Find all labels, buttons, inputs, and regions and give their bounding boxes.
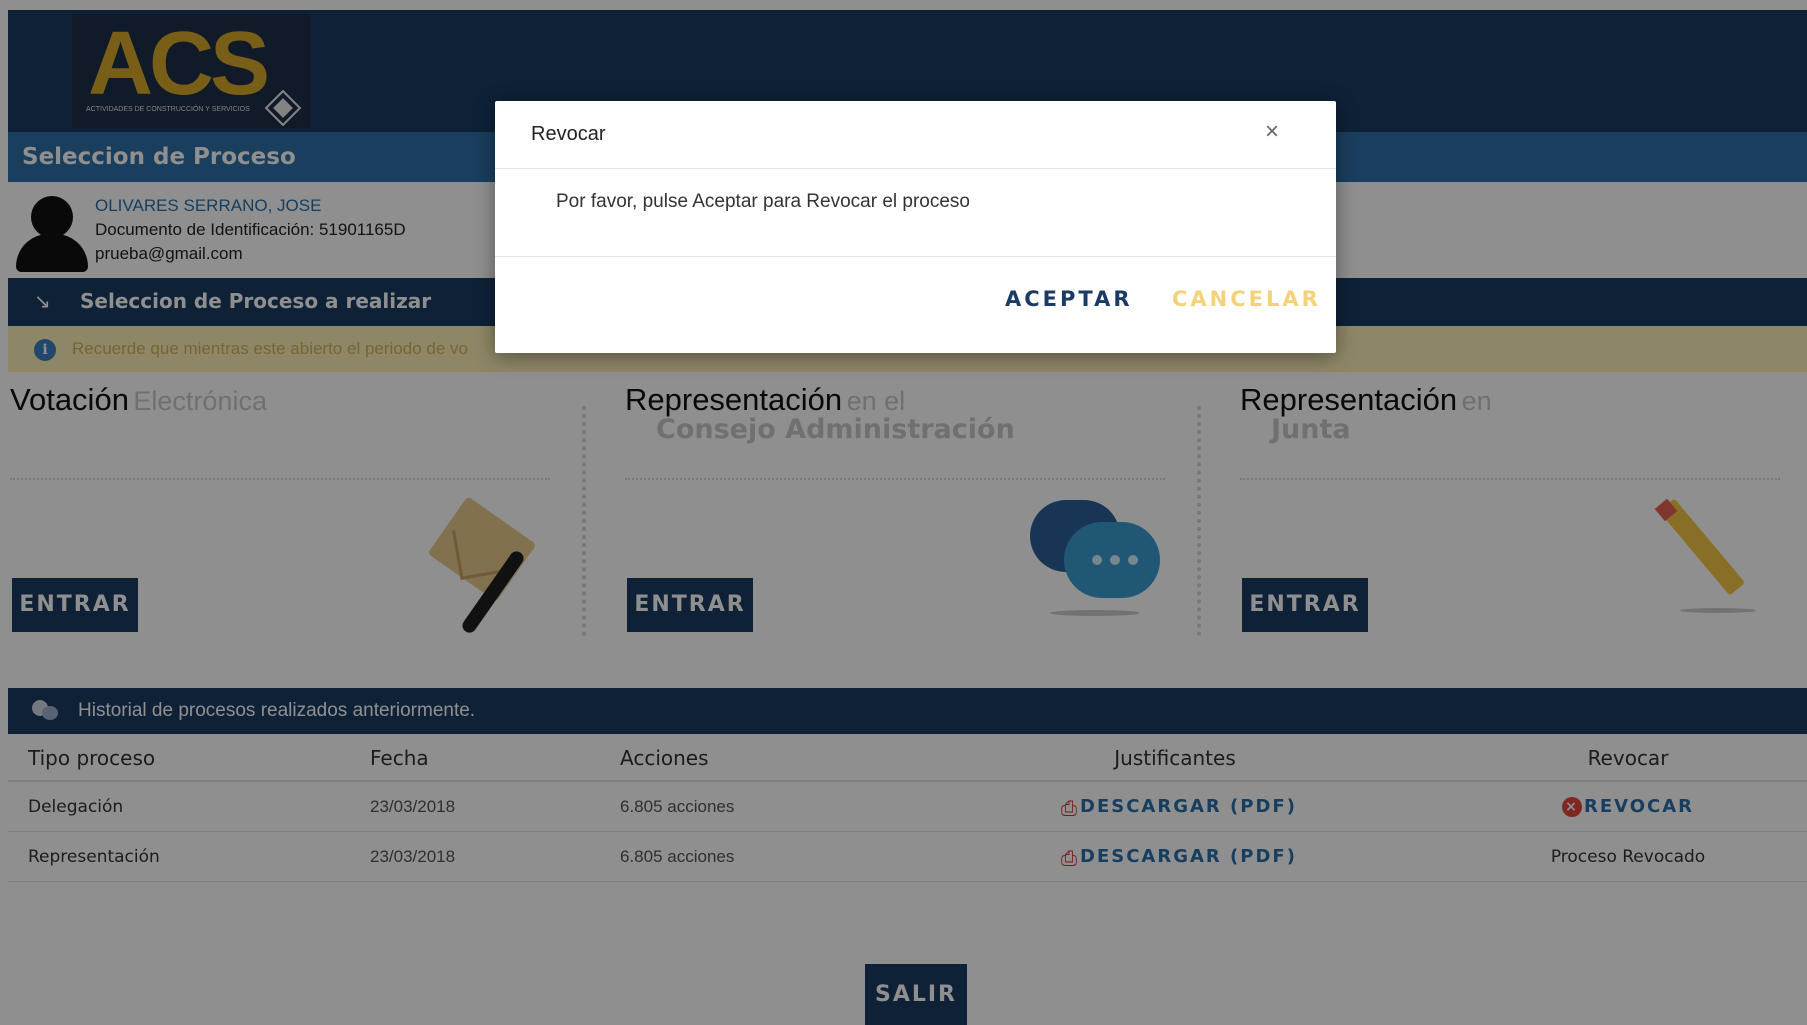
modal-footer: ACEPTAR CANCELAR [495, 256, 1336, 353]
modal-title: Revocar [531, 123, 606, 145]
close-icon[interactable]: × [1257, 117, 1287, 147]
modal-header: Revocar × [495, 101, 1336, 169]
cancel-button[interactable]: CANCELAR [1172, 287, 1321, 311]
modal-message: Por favor, pulse Aceptar para Revocar el… [556, 191, 971, 212]
accept-button[interactable]: ACEPTAR [1005, 287, 1133, 311]
revocar-modal: Revocar × Por favor, pulse Aceptar para … [495, 101, 1336, 353]
